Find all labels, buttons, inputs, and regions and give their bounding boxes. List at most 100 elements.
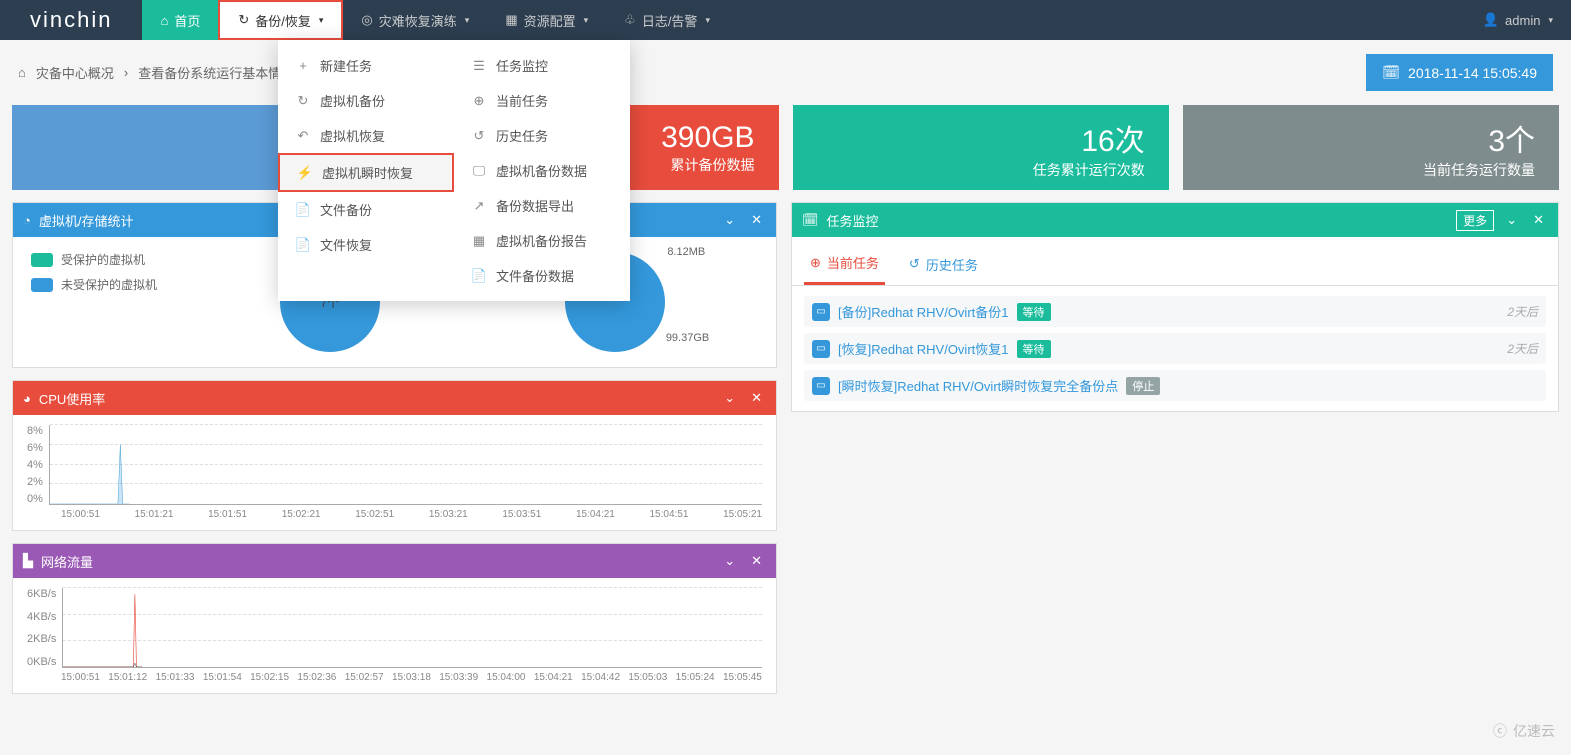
close-icon[interactable]: ✕ xyxy=(747,212,766,228)
legend-item: 受保护的虚拟机 xyxy=(31,251,157,268)
nav-disaster-label: 灾难恢复演练 xyxy=(379,11,457,30)
collapse-icon[interactable]: ⌄ xyxy=(1502,212,1521,228)
menu-item-icon: 📄 xyxy=(296,237,310,253)
dropdown-item[interactable]: ☰ 任务监控 xyxy=(454,48,630,83)
chevron-down-icon: ▾ xyxy=(705,15,710,26)
chevron-down-icon: ▾ xyxy=(1548,15,1553,26)
dropdown-item[interactable]: ▦虚拟机备份报告 xyxy=(454,223,630,258)
task-link[interactable]: [瞬时恢复]Redhat RHV/Ovirt瞬时恢复完全备份点 xyxy=(838,376,1118,395)
brand-logo: vinchin xyxy=(0,0,142,40)
top-navbar: vinchin ⌂ 首页 ↻ 备份/恢复 ▾ ◎ 灾难恢复演练 ▾ ▦ 资源配置… xyxy=(0,0,1571,40)
close-icon[interactable]: ✕ xyxy=(747,553,766,569)
watermark-text: 亿速云 xyxy=(1513,721,1555,741)
chart-icon: ▙ xyxy=(23,553,33,569)
menu-item-icon: ☰ xyxy=(472,58,486,74)
network-traffic-panel: ▙ 网络流量 ⌄ ✕ 6KB/s4KB/s2KB/s0KB/s xyxy=(12,543,777,694)
stat-value: 390GB xyxy=(661,121,754,155)
dropdown-item[interactable]: ↶虚拟机恢复 xyxy=(278,118,454,153)
task-status-badge: 停止 xyxy=(1126,377,1160,395)
collapse-icon[interactable]: ⌄ xyxy=(720,553,739,569)
pie-label-top: 8.12MB xyxy=(667,246,705,258)
home-icon: ⌂ xyxy=(18,65,26,80)
menu-item-label: 虚拟机恢复 xyxy=(320,126,385,145)
stat-label: 当前任务运行数量 xyxy=(1423,160,1535,180)
calendar-icon: 🗓 xyxy=(802,212,819,228)
dropdown-item[interactable]: ↗备份数据导出 xyxy=(454,188,630,223)
menu-item-label: 新建任务 xyxy=(320,56,372,75)
legend-label: 未受保护的虚拟机 xyxy=(61,276,157,293)
nav-resource-label: 资源配置 xyxy=(524,11,576,30)
tab-current-tasks[interactable]: ⊕ 当前任务 xyxy=(804,243,885,285)
menu-item-icon: ⚡ xyxy=(298,165,312,181)
task-time: 2天后 xyxy=(1507,303,1538,320)
pie-label-bottom: 99.37GB xyxy=(666,332,709,344)
menu-item-label: 文件恢复 xyxy=(320,235,372,254)
menu-item-icon: + xyxy=(296,58,310,73)
collapse-icon[interactable]: ⌄ xyxy=(720,212,739,228)
task-link[interactable]: [备份]Redhat RHV/Ovirt备份1 xyxy=(838,302,1009,321)
stat-label: 累计备份数据 xyxy=(671,155,755,175)
breadcrumb-current: 查看备份系统运行基本情 xyxy=(138,63,281,82)
close-icon[interactable]: ✕ xyxy=(1529,212,1548,228)
collapse-icon[interactable]: ⌄ xyxy=(720,390,739,406)
stat-value: 3个 xyxy=(1488,116,1535,160)
watermark: ⓒ 亿速云 xyxy=(1493,721,1555,741)
home-icon: ⌂ xyxy=(160,13,168,28)
chevron-down-icon: ▾ xyxy=(319,15,324,26)
task-row: ▭[恢复]Redhat RHV/Ovirt恢复1等待2天后 xyxy=(804,333,1546,364)
tab-label: 当前任务 xyxy=(827,253,879,272)
more-button[interactable]: 更多 xyxy=(1456,210,1494,231)
menu-item-icon: 🖵 xyxy=(472,163,486,179)
nav-home[interactable]: ⌂ 首页 xyxy=(142,0,218,40)
menu-item-icon: ⊕ xyxy=(472,93,486,109)
dropdown-item[interactable]: ↻虚拟机备份 xyxy=(278,83,454,118)
nav-backup-restore[interactable]: ↻ 备份/恢复 ▾ xyxy=(218,0,343,40)
menu-item-label: 文件备份数据 xyxy=(496,266,574,285)
task-link[interactable]: [恢复]Redhat RHV/Ovirt恢复1 xyxy=(838,339,1009,358)
dropdown-item[interactable]: 📄 文件备份数据 xyxy=(454,258,630,293)
nav-user-menu[interactable]: 👤 admin ▾ xyxy=(1465,0,1571,40)
grid-icon: ▦ xyxy=(505,12,517,28)
menu-item-icon: ↻ xyxy=(296,93,310,109)
breadcrumb: ⌂ 灾备中心概况 › 查看备份系统运行基本情 🗓 2018-11-14 15:0… xyxy=(0,40,1571,105)
dropdown-item[interactable]: 📄文件备份 xyxy=(278,192,454,227)
stats-row: 324系统390GB累计备份数据16次任务累计运行次数3个当前任务运行数量 xyxy=(0,105,1571,190)
drive-icon: ◔ xyxy=(23,213,31,228)
stat-label: 任务累计运行次数 xyxy=(1033,160,1145,180)
dropdown-item[interactable]: ⚡虚拟机瞬时恢复 xyxy=(278,153,454,192)
dropdown-item[interactable]: 📄 文件恢复 xyxy=(278,227,454,262)
menu-item-icon: ↺ xyxy=(472,128,486,144)
nav-disaster-drill[interactable]: ◎ 灾难恢复演练 ▾ xyxy=(343,0,487,40)
dropdown-item[interactable]: ↺ 历史任务 xyxy=(454,118,630,153)
dropdown-item[interactable]: ⊕当前任务 xyxy=(454,83,630,118)
menu-item-icon: 📄 xyxy=(472,268,486,284)
task-status-badge: 等待 xyxy=(1017,340,1051,358)
breadcrumb-root[interactable]: 灾备中心概况 xyxy=(36,63,114,82)
tab-label: 历史任务 xyxy=(926,255,978,274)
legend-swatch xyxy=(31,253,53,267)
menu-item-label: 任务监控 xyxy=(496,56,548,75)
menu-item-icon: ▦ xyxy=(472,233,486,249)
nav-log-alert[interactable]: ♧ 日志/告警 ▾ xyxy=(606,0,728,40)
dashboard-icon: ⊕ xyxy=(810,255,821,271)
panel-title: 网络流量 xyxy=(41,552,712,571)
menu-item-label: 历史任务 xyxy=(496,126,548,145)
stat-card: 16次任务累计运行次数 xyxy=(793,105,1169,190)
dropdown-item[interactable]: + 新建任务 xyxy=(278,48,454,83)
dropdown-item[interactable]: 🖵 虚拟机备份数据 xyxy=(454,153,630,188)
task-type-icon: ▭ xyxy=(812,377,830,395)
nav-resource-config[interactable]: ▦ 资源配置 ▾ xyxy=(487,0,606,40)
menu-item-icon: 📄 xyxy=(296,202,310,218)
menu-item-label: 虚拟机备份数据 xyxy=(496,161,587,180)
task-type-icon: ▭ xyxy=(812,303,830,321)
close-icon[interactable]: ✕ xyxy=(747,390,766,406)
task-monitor-panel: 🗓 任务监控 更多 ⌄ ✕ ⊕ 当前任务 ↺ 历史任务 ▭[备份]Redhat … xyxy=(791,202,1559,412)
legend-label: 受保护的虚拟机 xyxy=(61,251,145,268)
cpu-chart xyxy=(49,425,762,505)
stat-card: 3个当前任务运行数量 xyxy=(1183,105,1559,190)
legend-item: 未受保护的虚拟机 xyxy=(31,276,157,293)
tab-history-tasks[interactable]: ↺ 历史任务 xyxy=(903,243,984,285)
chevron-right-icon: › xyxy=(124,65,128,80)
cpu-x-axis: 15:00:5115:01:2115:01:5115:02:2115:02:51… xyxy=(27,509,762,520)
history-icon: ↺ xyxy=(909,256,920,272)
